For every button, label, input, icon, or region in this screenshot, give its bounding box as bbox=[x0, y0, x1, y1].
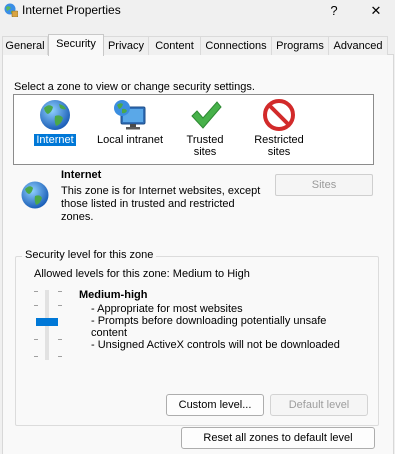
zone-local-intranet[interactable]: Local intranet bbox=[94, 98, 166, 146]
window-title: Internet Properties bbox=[22, 3, 121, 17]
custom-level-button[interactable]: Custom level... bbox=[166, 394, 264, 416]
slider-tick bbox=[34, 305, 38, 306]
tab-programs[interactable]: Programs bbox=[271, 36, 329, 55]
help-button[interactable]: ? bbox=[322, 0, 346, 22]
zone-prompt: Select a zone to view or change security… bbox=[14, 81, 255, 93]
zone-name: Internet bbox=[61, 169, 102, 181]
restricted-icon bbox=[263, 99, 295, 131]
default-level-button[interactable]: Default level bbox=[270, 394, 368, 416]
slider-tick bbox=[58, 291, 62, 292]
slider-thumb[interactable] bbox=[36, 318, 58, 326]
level-description: - Appropriate for most websites - Prompt… bbox=[91, 303, 346, 351]
sites-button[interactable]: Sites bbox=[275, 174, 373, 196]
level-bullet: - Unsigned ActiveX controls will not be … bbox=[91, 339, 340, 351]
tab-general[interactable]: General bbox=[2, 36, 48, 55]
allowed-levels: Allowed levels for this zone: Medium to … bbox=[34, 268, 250, 280]
internet-properties-icon bbox=[4, 3, 18, 17]
zone-internet[interactable]: Internet bbox=[28, 98, 82, 147]
slider-tick bbox=[34, 339, 38, 340]
level-name: Medium-high bbox=[79, 289, 148, 301]
level-bullet: - Prompts before downloading potentially… bbox=[91, 315, 327, 339]
tab-connections[interactable]: Connections bbox=[200, 36, 272, 55]
slider-tick bbox=[58, 339, 62, 340]
zone-list: Internet Local intranet Trusted sites Re… bbox=[13, 94, 374, 165]
tab-security[interactable]: Security bbox=[48, 34, 104, 56]
zone-restricted-sites[interactable]: Restricted sites bbox=[248, 98, 310, 158]
tab-privacy[interactable]: Privacy bbox=[103, 36, 149, 55]
reset-all-zones-button[interactable]: Reset all zones to default level bbox=[181, 427, 375, 449]
zone-label: Internet bbox=[33, 133, 77, 147]
zone-label: Trusted sites bbox=[186, 134, 224, 158]
title-bar: Internet Properties ? ✕ bbox=[0, 0, 395, 30]
zone-trusted-sites[interactable]: Trusted sites bbox=[172, 98, 238, 158]
zone-label: Restricted sites bbox=[254, 134, 304, 158]
globe-icon bbox=[40, 100, 70, 130]
zone-description: This zone is for Internet websites, exce… bbox=[61, 185, 261, 223]
slider-tick bbox=[34, 356, 38, 357]
zone-label: Local intranet bbox=[96, 134, 164, 146]
intranet-icon bbox=[114, 100, 146, 130]
slider-tick bbox=[58, 305, 62, 306]
checkmark-icon bbox=[191, 101, 222, 129]
security-level-title: Security level for this zone bbox=[22, 249, 157, 261]
slider-tick bbox=[34, 291, 38, 292]
zone-globe-icon bbox=[21, 181, 49, 209]
tab-content[interactable]: Content bbox=[148, 36, 201, 55]
close-button[interactable]: ✕ bbox=[364, 0, 388, 22]
slider-tick bbox=[58, 356, 62, 357]
tab-advanced[interactable]: Advanced bbox=[328, 36, 388, 55]
level-bullet: - Appropriate for most websites bbox=[91, 303, 243, 315]
